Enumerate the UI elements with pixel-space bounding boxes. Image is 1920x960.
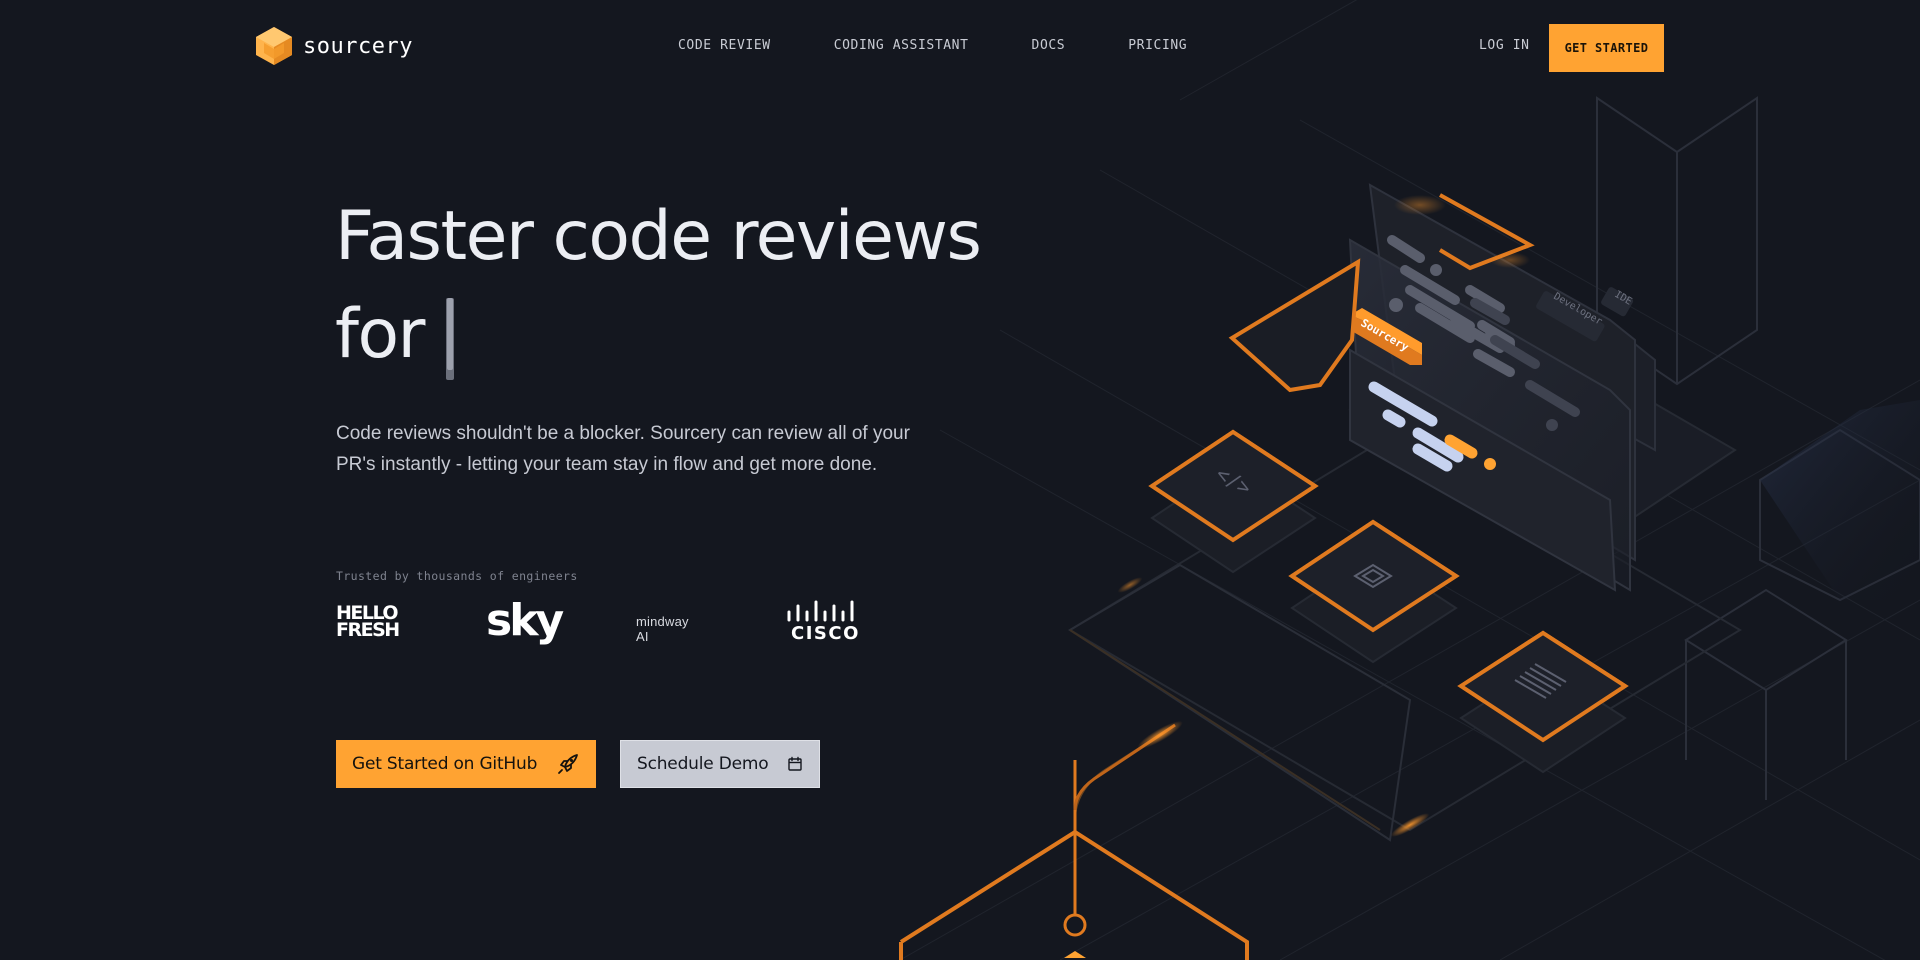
hero-title: Faster code reviews for xyxy=(335,188,982,384)
get-started-github-button[interactable]: Get Started on GitHub xyxy=(336,740,596,788)
nav-code-review[interactable]: CODE REVIEW xyxy=(678,38,771,53)
hellofresh-logo: HELLO FRESH xyxy=(336,604,400,641)
nav-pricing[interactable]: PRICING xyxy=(1128,38,1187,53)
hero-title-for: for xyxy=(335,295,426,374)
sky-logo: sky xyxy=(486,595,564,646)
ide-screens: Developer IDE Sourcery xyxy=(1348,183,1656,592)
rocket-icon xyxy=(558,754,578,774)
brand-logo[interactable]: sourcery xyxy=(255,26,413,66)
get-started-github-label: Get Started on GitHub xyxy=(352,754,538,774)
isometric-illustration: Developer IDE Sourcery </> xyxy=(899,0,1920,960)
typing-cursor xyxy=(446,298,454,380)
sourcery-logo-icon xyxy=(256,27,292,65)
mindway-logo: mindway AI xyxy=(636,614,689,644)
calendar-icon xyxy=(788,756,802,771)
schedule-demo-button[interactable]: Schedule Demo xyxy=(620,740,820,788)
nav-docs[interactable]: DOCS xyxy=(1032,38,1066,53)
blue-glass-plane xyxy=(1760,400,1920,600)
cisco-bars-icon xyxy=(787,600,854,622)
trusted-label: Trusted by thousands of engineers xyxy=(336,569,578,583)
hero-subtitle: Code reviews shouldn't be a blocker. Sou… xyxy=(336,423,910,475)
hero-title-line1: Faster code reviews xyxy=(335,197,982,276)
get-started-button[interactable]: GET STARTED xyxy=(1549,24,1664,72)
brand-name: sourcery xyxy=(303,33,413,59)
cisco-wordmark: CISCO xyxy=(791,623,860,644)
hero-title-line2: for xyxy=(335,286,980,384)
nav-coding-assistant[interactable]: CODING ASSISTANT xyxy=(834,38,969,53)
hellofresh-logo-line2: FRESH xyxy=(336,619,400,641)
login-link[interactable]: LOG IN xyxy=(1479,38,1530,53)
main-nav: CODE REVIEW CODING ASSISTANT DOCS PRICIN… xyxy=(678,38,1250,53)
cisco-logo: CISCO xyxy=(785,600,860,645)
schedule-demo-label: Schedule Demo xyxy=(637,754,769,774)
site-header: sourcery CODE REVIEW CODING ASSISTANT DO… xyxy=(0,0,1920,96)
